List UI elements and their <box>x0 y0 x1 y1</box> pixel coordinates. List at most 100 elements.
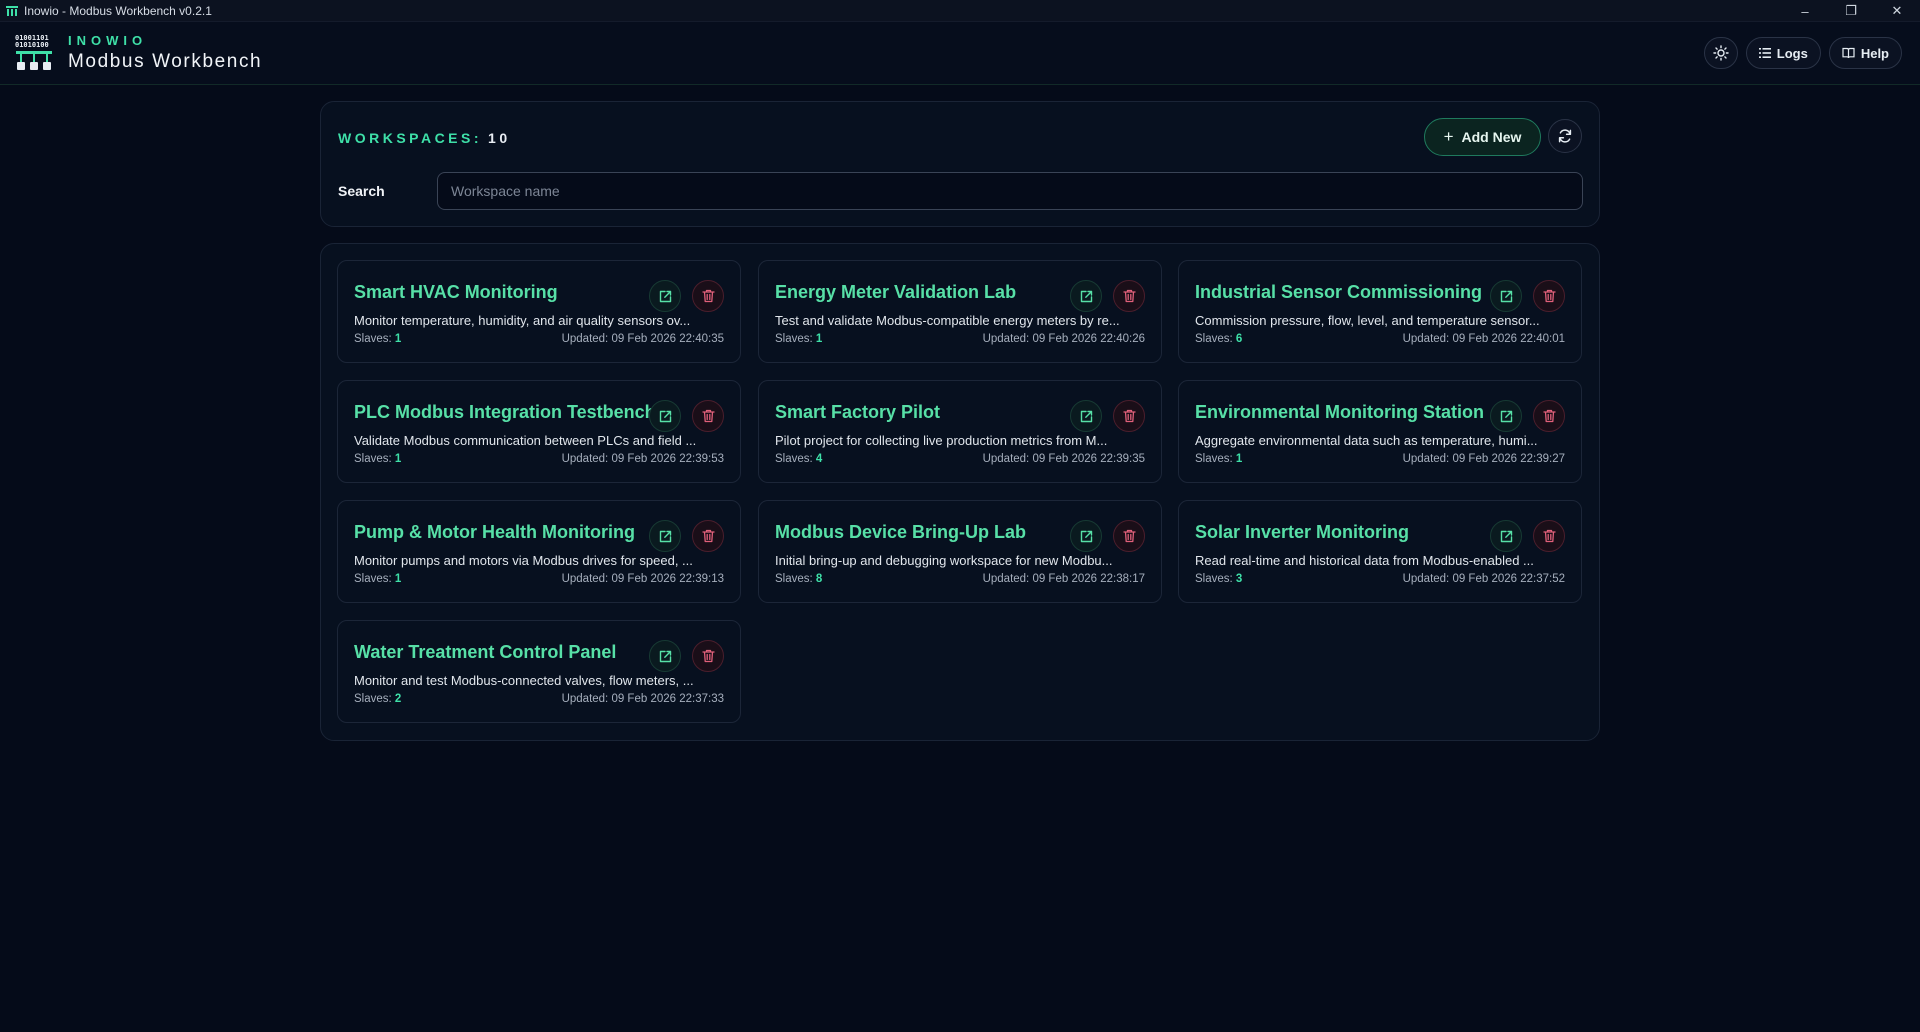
external-link-icon <box>1080 410 1092 422</box>
workspace-card-title[interactable]: Smart Factory Pilot <box>775 402 940 423</box>
restore-button[interactable]: ❐ <box>1828 0 1874 22</box>
open-workspace-button[interactable] <box>1490 520 1522 552</box>
slaves-label: Slaves: <box>1195 573 1233 585</box>
slaves-count: 1 <box>815 333 823 345</box>
slaves-count: 1 <box>394 573 402 585</box>
workspace-card-meta: Slaves: 8 Updated: 09 Feb 2026 22:38:17 <box>775 573 1145 585</box>
delete-workspace-button[interactable] <box>1113 400 1145 432</box>
logs-button[interactable]: Logs <box>1745 37 1821 69</box>
app-icon <box>6 5 18 16</box>
search-input[interactable] <box>437 172 1583 210</box>
delete-workspace-button[interactable] <box>692 400 724 432</box>
external-link-icon <box>1500 410 1512 422</box>
delete-workspace-button[interactable] <box>1533 520 1565 552</box>
workspace-card[interactable]: Environmental Monitoring Station Aggregat… <box>1178 380 1582 483</box>
slaves-label: Slaves: <box>1195 333 1233 345</box>
open-workspace-button[interactable] <box>649 520 681 552</box>
workspace-card-description: Monitor pumps and motors via Modbus driv… <box>354 553 693 568</box>
workspace-card-title[interactable]: Industrial Sensor Commissioning <box>1195 282 1482 303</box>
delete-workspace-button[interactable] <box>692 280 724 312</box>
open-workspace-button[interactable] <box>1070 400 1102 432</box>
theme-toggle-button[interactable] <box>1703 37 1738 69</box>
workspace-card[interactable]: PLC Modbus Integration Testbench Validate… <box>337 380 741 483</box>
open-workspace-button[interactable] <box>1490 280 1522 312</box>
workspace-card-title[interactable]: Water Treatment Control Panel <box>354 642 616 663</box>
updated-timestamp: Updated: 09 Feb 2026 22:39:27 <box>1402 453 1565 465</box>
workspace-card-title[interactable]: Pump & Motor Health Monitoring <box>354 522 635 543</box>
workspace-card-description: Validate Modbus communication between PL… <box>354 433 697 448</box>
open-workspace-button[interactable] <box>1490 400 1522 432</box>
workspace-card-meta: Slaves: 6 Updated: 09 Feb 2026 22:40:01 <box>1195 333 1565 345</box>
workspace-card-meta: Slaves: 1 Updated: 09 Feb 2026 22:39:53 <box>354 453 724 465</box>
minimize-button[interactable]: – <box>1782 0 1828 22</box>
slaves-label: Slaves: <box>354 453 392 465</box>
slaves-count: 1 <box>394 333 402 345</box>
external-link-icon <box>659 290 671 302</box>
refresh-button[interactable] <box>1548 119 1582 153</box>
open-workspace-button[interactable] <box>1070 520 1102 552</box>
slaves-info: Slaves: 1 <box>775 333 822 345</box>
workspace-card[interactable]: Energy Meter Validation Lab Test and vali… <box>758 260 1162 363</box>
workspace-card-title[interactable]: Solar Inverter Monitoring <box>1195 522 1409 543</box>
open-workspace-button[interactable] <box>1070 280 1102 312</box>
workspace-card-description: Pilot project for collecting live produc… <box>775 433 1108 448</box>
updated-timestamp: Updated: 09 Feb 2026 22:37:33 <box>561 693 724 705</box>
slaves-info: Slaves: 1 <box>354 333 401 345</box>
updated-timestamp: Updated: 09 Feb 2026 22:40:26 <box>982 333 1145 345</box>
workspace-card[interactable]: Industrial Sensor Commissioning Commissio… <box>1178 260 1582 363</box>
workspaces-toolbar-panel: WORKSPACES: 10 + Add New Search <box>320 101 1600 227</box>
app-header: 01001101 01010100 INOWIO Modbus Workbenc… <box>0 22 1920 85</box>
add-new-label: Add New <box>1461 129 1522 145</box>
slaves-count: 8 <box>815 573 823 585</box>
close-button[interactable]: ✕ <box>1874 0 1920 22</box>
open-workspace-button[interactable] <box>649 400 681 432</box>
trash-icon <box>1122 289 1136 303</box>
workspace-card[interactable]: Smart HVAC Monitoring Monitor temperature… <box>337 260 741 363</box>
workspace-card-title[interactable]: Environmental Monitoring Station <box>1195 402 1484 423</box>
workspace-card-meta: Slaves: 1 Updated: 09 Feb 2026 22:40:35 <box>354 333 724 345</box>
delete-workspace-button[interactable] <box>1113 280 1145 312</box>
brand: INOWIO Modbus Workbench <box>68 33 262 73</box>
brand-product: Modbus Workbench <box>68 51 263 72</box>
workspace-card[interactable]: Solar Inverter Monitoring Read real-time … <box>1178 500 1582 603</box>
workspace-card-description: Initial bring-up and debugging workspace… <box>775 553 1113 568</box>
workspace-card-description: Test and validate Modbus-compatible ener… <box>775 313 1120 328</box>
add-new-workspace-button[interactable]: + Add New <box>1424 118 1541 156</box>
trash-icon <box>1122 529 1136 543</box>
updated-timestamp: Updated: 09 Feb 2026 22:38:17 <box>982 573 1145 585</box>
workspace-card-title[interactable]: Modbus Device Bring-Up Lab <box>775 522 1026 543</box>
open-workspace-button[interactable] <box>649 640 681 672</box>
plus-icon: + <box>1443 127 1454 146</box>
workspace-card-title[interactable]: Energy Meter Validation Lab <box>775 282 1016 303</box>
trash-icon <box>701 649 715 663</box>
trash-icon <box>701 529 715 543</box>
updated-timestamp: Updated: 09 Feb 2026 22:37:52 <box>1402 573 1565 585</box>
slaves-label: Slaves: <box>775 333 813 345</box>
slaves-info: Slaves: 2 <box>354 693 401 705</box>
slaves-label: Slaves: <box>775 573 813 585</box>
workspace-card-description: Commission pressure, flow, level, and te… <box>1195 313 1540 328</box>
header-actions: Logs Help <box>1703 37 1902 69</box>
workspace-card-description: Monitor temperature, humidity, and air q… <box>354 313 691 328</box>
trash-icon <box>1542 409 1556 423</box>
workspace-card-title[interactable]: PLC Modbus Integration Testbench <box>354 402 654 423</box>
open-workspace-button[interactable] <box>649 280 681 312</box>
trash-icon <box>701 289 715 303</box>
slaves-info: Slaves: 1 <box>354 573 401 585</box>
workspace-card-meta: Slaves: 1 Updated: 09 Feb 2026 22:39:27 <box>1195 453 1565 465</box>
workspace-card[interactable]: Smart Factory Pilot Pilot project for col… <box>758 380 1162 483</box>
search-label: Search <box>338 183 385 199</box>
delete-workspace-button[interactable] <box>692 520 724 552</box>
workspace-card[interactable]: Pump & Motor Health Monitoring Monitor pu… <box>337 500 741 603</box>
workspace-card-meta: Slaves: 1 Updated: 09 Feb 2026 22:40:26 <box>775 333 1145 345</box>
workspace-card-meta: Slaves: 1 Updated: 09 Feb 2026 22:39:13 <box>354 573 724 585</box>
workspace-card[interactable]: Modbus Device Bring-Up Lab Initial bring-… <box>758 500 1162 603</box>
delete-workspace-button[interactable] <box>1533 400 1565 432</box>
help-button[interactable]: Help <box>1828 37 1902 69</box>
workspace-card-title[interactable]: Smart HVAC Monitoring <box>354 282 558 303</box>
delete-workspace-button[interactable] <box>1533 280 1565 312</box>
delete-workspace-button[interactable] <box>1113 520 1145 552</box>
slaves-label: Slaves: <box>1195 453 1233 465</box>
workspace-card[interactable]: Water Treatment Control Panel Monitor and… <box>337 620 741 723</box>
delete-workspace-button[interactable] <box>692 640 724 672</box>
